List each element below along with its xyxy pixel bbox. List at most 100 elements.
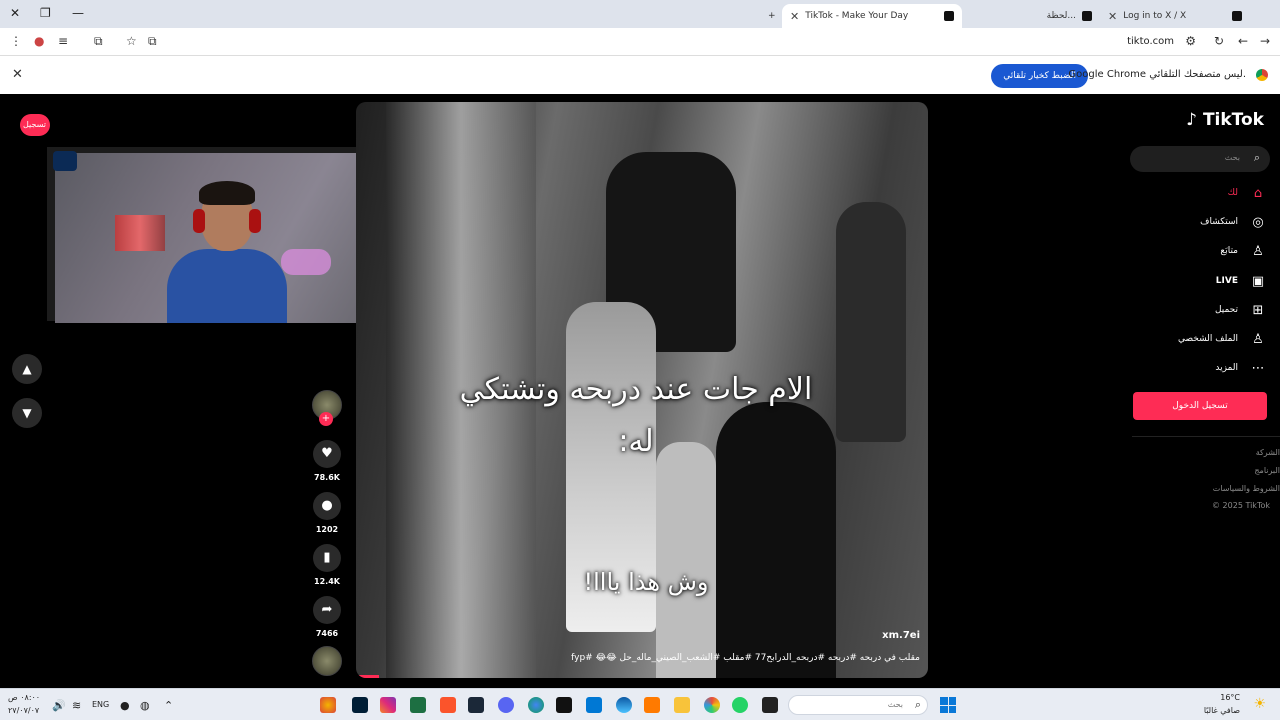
chrome-taskbar-icon[interactable] xyxy=(320,697,336,713)
url-field[interactable]: tikto.com xyxy=(1127,36,1174,47)
follow-plus-icon[interactable]: + xyxy=(319,412,333,426)
comment-button[interactable]: ● 1202 xyxy=(310,492,344,534)
tab-lahza[interactable]: لحظة... xyxy=(1000,4,1100,28)
share-arrow-icon[interactable]: ➦ xyxy=(313,596,341,624)
minimize-window-icon[interactable]: — xyxy=(72,6,84,20)
nav-item-more[interactable]: المزيد ⋯ xyxy=(1215,357,1266,379)
terminal-icon[interactable] xyxy=(762,697,778,713)
share-button[interactable]: ➦ 7466 xyxy=(310,596,344,638)
restore-window-icon[interactable]: ❐ xyxy=(40,6,51,20)
footer-company-link[interactable]: الشركة xyxy=(1256,448,1280,457)
windows-logo-pane xyxy=(940,697,948,705)
sound-avatar[interactable] xyxy=(312,646,342,676)
forward-icon[interactable]: → xyxy=(1260,34,1270,48)
language-indicator[interactable]: ENG xyxy=(92,700,109,709)
taskbar-search-input[interactable]: بحث ⌕ xyxy=(788,695,928,715)
windows-start-icon[interactable] xyxy=(940,697,956,713)
browser-tab-strip: ✕ ❐ — + ✕ TikTok - Make Your Day لحظة...… xyxy=(0,0,1280,28)
nav-item-explore[interactable]: استكشاف ◎ xyxy=(1200,211,1266,233)
clock-date[interactable]: ٢٧/٠٧/٠٧ xyxy=(8,706,39,715)
bookmark-icon[interactable]: ▮ xyxy=(313,544,341,572)
nav-label: الملف الشخصي xyxy=(1178,334,1238,344)
store-icon[interactable] xyxy=(586,697,602,713)
nav-item-upload[interactable]: تحميل ⊞ xyxy=(1215,299,1266,321)
next-video-button[interactable]: ▼ xyxy=(12,398,42,428)
weather-temp[interactable]: 16°C xyxy=(1220,693,1240,702)
address-bar: ⋮ ● ≡ ⧉ ☆ ⧉ tikto.com ⚙ ↻ ← → xyxy=(0,28,1280,56)
reload-icon[interactable]: ↻ xyxy=(1214,34,1224,48)
child xyxy=(656,442,716,678)
hoodie xyxy=(167,249,287,323)
headset-right xyxy=(249,209,261,233)
volume-icon[interactable]: 🔊 xyxy=(52,699,66,712)
chrome-icon[interactable] xyxy=(528,697,544,713)
file-explorer-icon[interactable] xyxy=(674,697,690,713)
weather-sun-icon[interactable]: ☀ xyxy=(1253,696,1266,712)
close-tab-icon[interactable]: ✕ xyxy=(790,10,799,23)
hair xyxy=(199,181,255,205)
media-icon[interactable]: ≡ xyxy=(58,34,68,48)
save-button[interactable]: ▮ 12.4K xyxy=(310,544,344,586)
nav-label: LIVE xyxy=(1215,276,1238,286)
network-icon[interactable]: ◍ xyxy=(140,699,150,712)
photoshop-icon[interactable] xyxy=(352,697,368,713)
windows-taskbar: ٠٨:٠٠ ص ٢٧/٠٧/٠٧ 🔊 ≋ ENG ● ◍ ⌃ بحث ⌕ 16°… xyxy=(0,688,1280,720)
search-icon[interactable]: ⌕ xyxy=(1254,151,1260,165)
previous-video-button[interactable]: ▲ xyxy=(12,354,42,384)
bookmark-star-icon[interactable]: ☆ xyxy=(126,34,137,48)
tiktok-logo[interactable]: ♪ TikTok xyxy=(1186,110,1264,130)
nav-item-following[interactable]: متابَع ♙ xyxy=(1220,240,1266,262)
mic-icon[interactable]: ● xyxy=(120,699,130,712)
close-infobar-icon[interactable]: ✕ xyxy=(12,67,23,82)
video-player[interactable]: الام جات عند دربحه وتشتكي له: وش هذا ياا… xyxy=(356,102,928,678)
weather-desc[interactable]: صافي غالبًا xyxy=(1204,706,1240,715)
color-app-icon[interactable] xyxy=(704,697,720,713)
discord-icon[interactable] xyxy=(498,697,514,713)
tray-chevron-icon[interactable]: ⌃ xyxy=(164,699,173,712)
windows-logo-pane xyxy=(940,705,948,713)
upload-icon: ⊞ xyxy=(1252,302,1264,318)
extensions-icon[interactable]: ⧉ xyxy=(94,34,103,49)
search-input[interactable]: بحث ⌕ xyxy=(1130,146,1270,172)
app-a-icon[interactable] xyxy=(644,697,660,713)
music-disc[interactable] xyxy=(310,646,344,676)
instagram-icon[interactable] xyxy=(380,697,396,713)
profile-extension-icon[interactable]: ● xyxy=(34,34,44,48)
wifi-icon[interactable]: ≋ xyxy=(72,699,81,712)
share-icon[interactable]: ⧉ xyxy=(148,34,157,49)
video-progress-bar[interactable] xyxy=(356,675,379,678)
creator-avatar[interactable]: + xyxy=(310,390,344,426)
heart-icon[interactable]: ♥ xyxy=(313,440,341,468)
excel-icon[interactable] xyxy=(410,697,426,713)
steam-icon[interactable] xyxy=(468,697,484,713)
capcut-icon[interactable] xyxy=(556,697,572,713)
stream-logo-icon xyxy=(53,151,77,171)
footer-program-link[interactable]: البرنامج xyxy=(1254,466,1280,475)
whatsapp-icon[interactable] xyxy=(732,697,748,713)
login-button[interactable]: تسجيل الدخول xyxy=(1133,392,1267,420)
site-settings-icon[interactable]: ⚙ xyxy=(1185,34,1196,48)
like-button[interactable]: ♥ 78.6K xyxy=(310,440,344,482)
nav-label: لك xyxy=(1227,188,1238,198)
footer-terms-link[interactable]: الشروط والسياسات xyxy=(1213,484,1280,493)
chevron-up-icon: ▲ xyxy=(22,362,32,376)
nav-item-foryou[interactable]: لك ⌂ xyxy=(1228,182,1266,204)
tab-tiktok[interactable]: ✕ TikTok - Make Your Day xyxy=(782,4,962,28)
menu-dots-icon[interactable]: ⋮ xyxy=(10,34,22,48)
login-pill-button[interactable]: تسجيل الدخول xyxy=(20,114,50,136)
clock-time[interactable]: ٠٨:٠٠ ص xyxy=(8,693,40,702)
new-tab-button[interactable]: + xyxy=(760,4,784,28)
close-tab-icon[interactable]: ✕ xyxy=(1108,10,1117,23)
close-window-icon[interactable]: ✕ xyxy=(10,6,20,20)
nav-item-live[interactable]: LIVE ▣ xyxy=(1216,270,1266,292)
comment-icon[interactable]: ● xyxy=(313,492,341,520)
edge-icon[interactable] xyxy=(616,697,632,713)
video-author[interactable]: xm.7ei xyxy=(882,630,920,641)
brave-icon[interactable] xyxy=(440,697,456,713)
video-caption[interactable]: مقلب في دربحه #دربحه #دربحه_الدرابح77 #م… xyxy=(571,653,920,663)
sidebar-divider xyxy=(1132,436,1280,437)
nav-item-profile[interactable]: الملف الشخصي ♙ xyxy=(1178,328,1266,350)
headset-left xyxy=(193,209,205,233)
back-icon[interactable]: ← xyxy=(1238,34,1248,48)
tab-x-login[interactable]: ✕ Log in to X / X xyxy=(1100,4,1250,28)
